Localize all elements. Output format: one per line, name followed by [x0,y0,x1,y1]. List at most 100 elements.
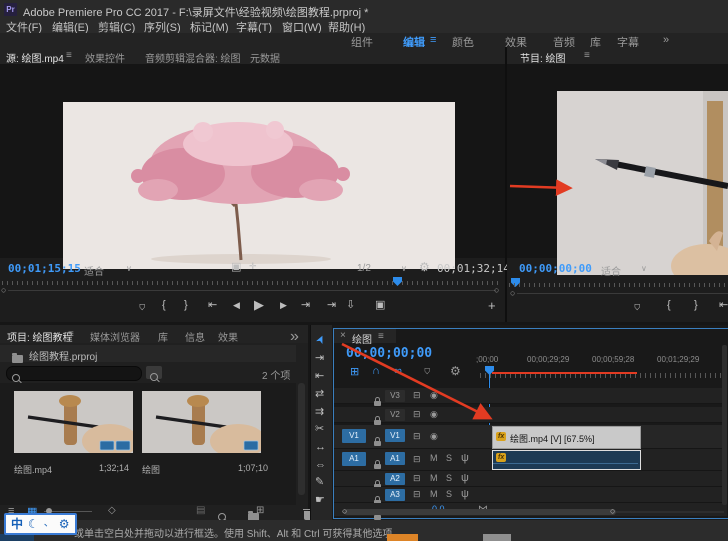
track-target-a1[interactable]: A1 [385,452,405,465]
program-panel-menu-icon[interactable]: ≡ [584,50,590,61]
source-resolution-chevron-icon[interactable]: ∨ [401,264,407,273]
tab-audio-clip-mixer[interactable]: 音频剪辑混合器: 绘图 [145,50,241,65]
track-target-a3[interactable]: A3 [385,489,405,501]
search-bins-button[interactable] [146,366,162,379]
source-ruler[interactable] [2,281,502,285]
timeline-tab-label[interactable]: 绘图 [352,331,372,346]
timeline-settings-wrench-icon[interactable]: ⚙ [450,364,461,378]
program-fit-select[interactable]: 适合 [601,263,621,278]
tab-libraries[interactable]: 库 [158,329,168,344]
add-marker-icon[interactable]: ⌂ [139,301,146,312]
solo-button[interactable]: S [446,473,452,483]
program-scroll-handle-icon[interactable]: ○ [510,288,515,298]
timeline-h-scrollbar[interactable]: ○ ○ [342,508,724,516]
timeline-audio-clip[interactable]: fx [492,450,641,470]
program-add-marker-icon[interactable]: ⌂ [634,301,641,312]
workspace-overflow-icon[interactable]: » [663,34,669,46]
tab-metadata[interactable]: 元数据 [250,50,280,65]
timeline-tab[interactable]: × 绘图 ≡ [334,329,396,343]
voiceover-mic-icon[interactable]: ψ [461,488,469,500]
project-bin-row[interactable]: 绘图教程.prproj [0,345,296,362]
track-output-eye-icon[interactable]: ◉ [430,390,438,401]
project-vertical-scrollbar[interactable] [298,383,305,495]
source-patch-a1[interactable]: A1 [342,452,366,466]
sync-lock-icon[interactable]: ⊟ [413,489,421,500]
pen-tool-icon[interactable]: ✎ [315,477,324,488]
program-timecode[interactable]: 00;00;00;00 [519,262,592,275]
project-search-input[interactable] [6,366,142,381]
workspace-menu-icon[interactable]: ≡ [430,34,436,46]
solo-button[interactable]: S [446,489,452,499]
timeline-timecode[interactable]: 00;00;00;00 [346,346,432,361]
tab-effect-controls[interactable]: 效果控件 [85,50,125,65]
track-select-forward-tool-icon[interactable]: ⇥ [315,353,324,364]
mark-out-icon[interactable]: } [184,300,188,311]
slide-tool-icon[interactable]: ⇔ [315,460,326,471]
ime-punctuation-icon[interactable]: 、 [44,519,54,529]
ripple-edit-tool-icon[interactable]: ⇤ [315,371,324,382]
sort-icons-icon[interactable]: ◇ [108,505,116,516]
ime-settings-gear-icon[interactable]: ⚙ [59,518,70,530]
track-output-eye-icon[interactable]: ◉ [430,431,438,442]
program-mark-out-icon[interactable]: } [694,300,698,311]
source-fit-chevron-icon[interactable]: ∨ [126,264,132,273]
source-timecode[interactable]: 00;01;15;15 [8,262,81,275]
clip-name[interactable]: 绘图.mp4 [14,463,52,476]
source-scroll-handle-left-icon[interactable]: ○ [1,285,6,295]
timeline-video-clip[interactable]: fx 绘图.mp4 [V] [67.5%] [492,426,641,449]
mute-button[interactable]: M [430,473,438,483]
source-scrollbar[interactable] [8,290,496,291]
mute-button[interactable]: M [430,453,438,463]
step-back-icon[interactable]: ◀ [233,301,240,310]
tab-info[interactable]: 信息 [185,329,205,344]
automate-to-sequence-icon[interactable]: ▤ [196,505,205,516]
timeline-tab-menu-icon[interactable]: ≡ [378,331,384,342]
clip-thumbnail-1[interactable] [14,391,133,453]
solo-button[interactable]: S [446,453,452,463]
sync-lock-icon[interactable]: ⊟ [413,390,421,401]
source-fit-select[interactable]: 适合 [84,263,104,278]
program-ruler[interactable] [509,283,728,287]
selection-tool-icon[interactable]: ➤ [313,333,329,347]
voiceover-mic-icon[interactable]: ψ [461,452,469,464]
sync-lock-icon[interactable]: ⊟ [413,431,421,442]
sync-lock-icon[interactable]: ⊟ [413,409,421,420]
safe-margins-icon[interactable]: ▣ [231,262,241,273]
track-lock-icon[interactable] [374,441,381,446]
program-fit-chevron-icon[interactable]: ∨ [641,264,647,273]
sync-lock-icon[interactable]: ⊟ [413,454,421,465]
voiceover-mic-icon[interactable]: ψ [461,472,469,484]
ime-toolbar[interactable]: 中 ☾ 、 ⚙ [4,513,77,535]
ime-moon-icon[interactable]: ☾ [28,518,39,530]
source-scroll-handle-right-icon[interactable]: ○ [494,285,499,295]
rolling-edit-tool-icon[interactable]: ⇄ [315,389,324,400]
play-button-icon[interactable]: ▶ [254,298,264,311]
razor-tool-icon[interactable]: ✂ [315,424,324,435]
scrollbar-bar[interactable] [344,509,616,515]
insert-icon[interactable]: ⇥ [327,300,336,311]
new-item-icon[interactable]: ⊞ [256,505,264,516]
linked-selection-icon[interactable]: ∞ [394,365,402,377]
tab-effects[interactable]: 效果 [218,329,238,344]
hand-tool-icon[interactable]: ☛ [315,495,325,506]
track-target-a2[interactable]: A2 [385,473,405,485]
export-frame-icon[interactable]: ▣ [375,300,385,311]
snap-magnet-icon[interactable]: ∩ [372,365,380,377]
ime-language-button[interactable]: 中 [11,518,23,530]
clip-thumbnail-2[interactable] [142,391,261,453]
program-go-to-in-icon[interactable]: ⇤ [719,300,728,311]
program-mark-in-icon[interactable]: { [667,300,671,311]
tab-media-browser[interactable]: 媒体浏览器 [90,329,140,344]
program-scrollbar[interactable] [517,293,728,294]
source-patch-v1[interactable]: V1 [342,429,366,443]
track-target-v1[interactable]: V1 [385,429,405,442]
timeline-tab-close-icon[interactable]: × [340,330,346,341]
project-panel-menu-icon[interactable]: ≡ [68,329,74,340]
track-lock-icon[interactable] [374,464,381,469]
track-target-v3[interactable]: V3 [385,390,405,402]
source-panel-menu-icon[interactable]: ≡ [66,50,72,61]
clip-name[interactable]: 绘图 [142,463,160,476]
step-forward-icon[interactable]: ▶ [280,301,287,310]
sync-lock-icon[interactable]: ⊟ [413,473,421,484]
compare-view-icon[interactable]: ✛ [249,262,257,271]
